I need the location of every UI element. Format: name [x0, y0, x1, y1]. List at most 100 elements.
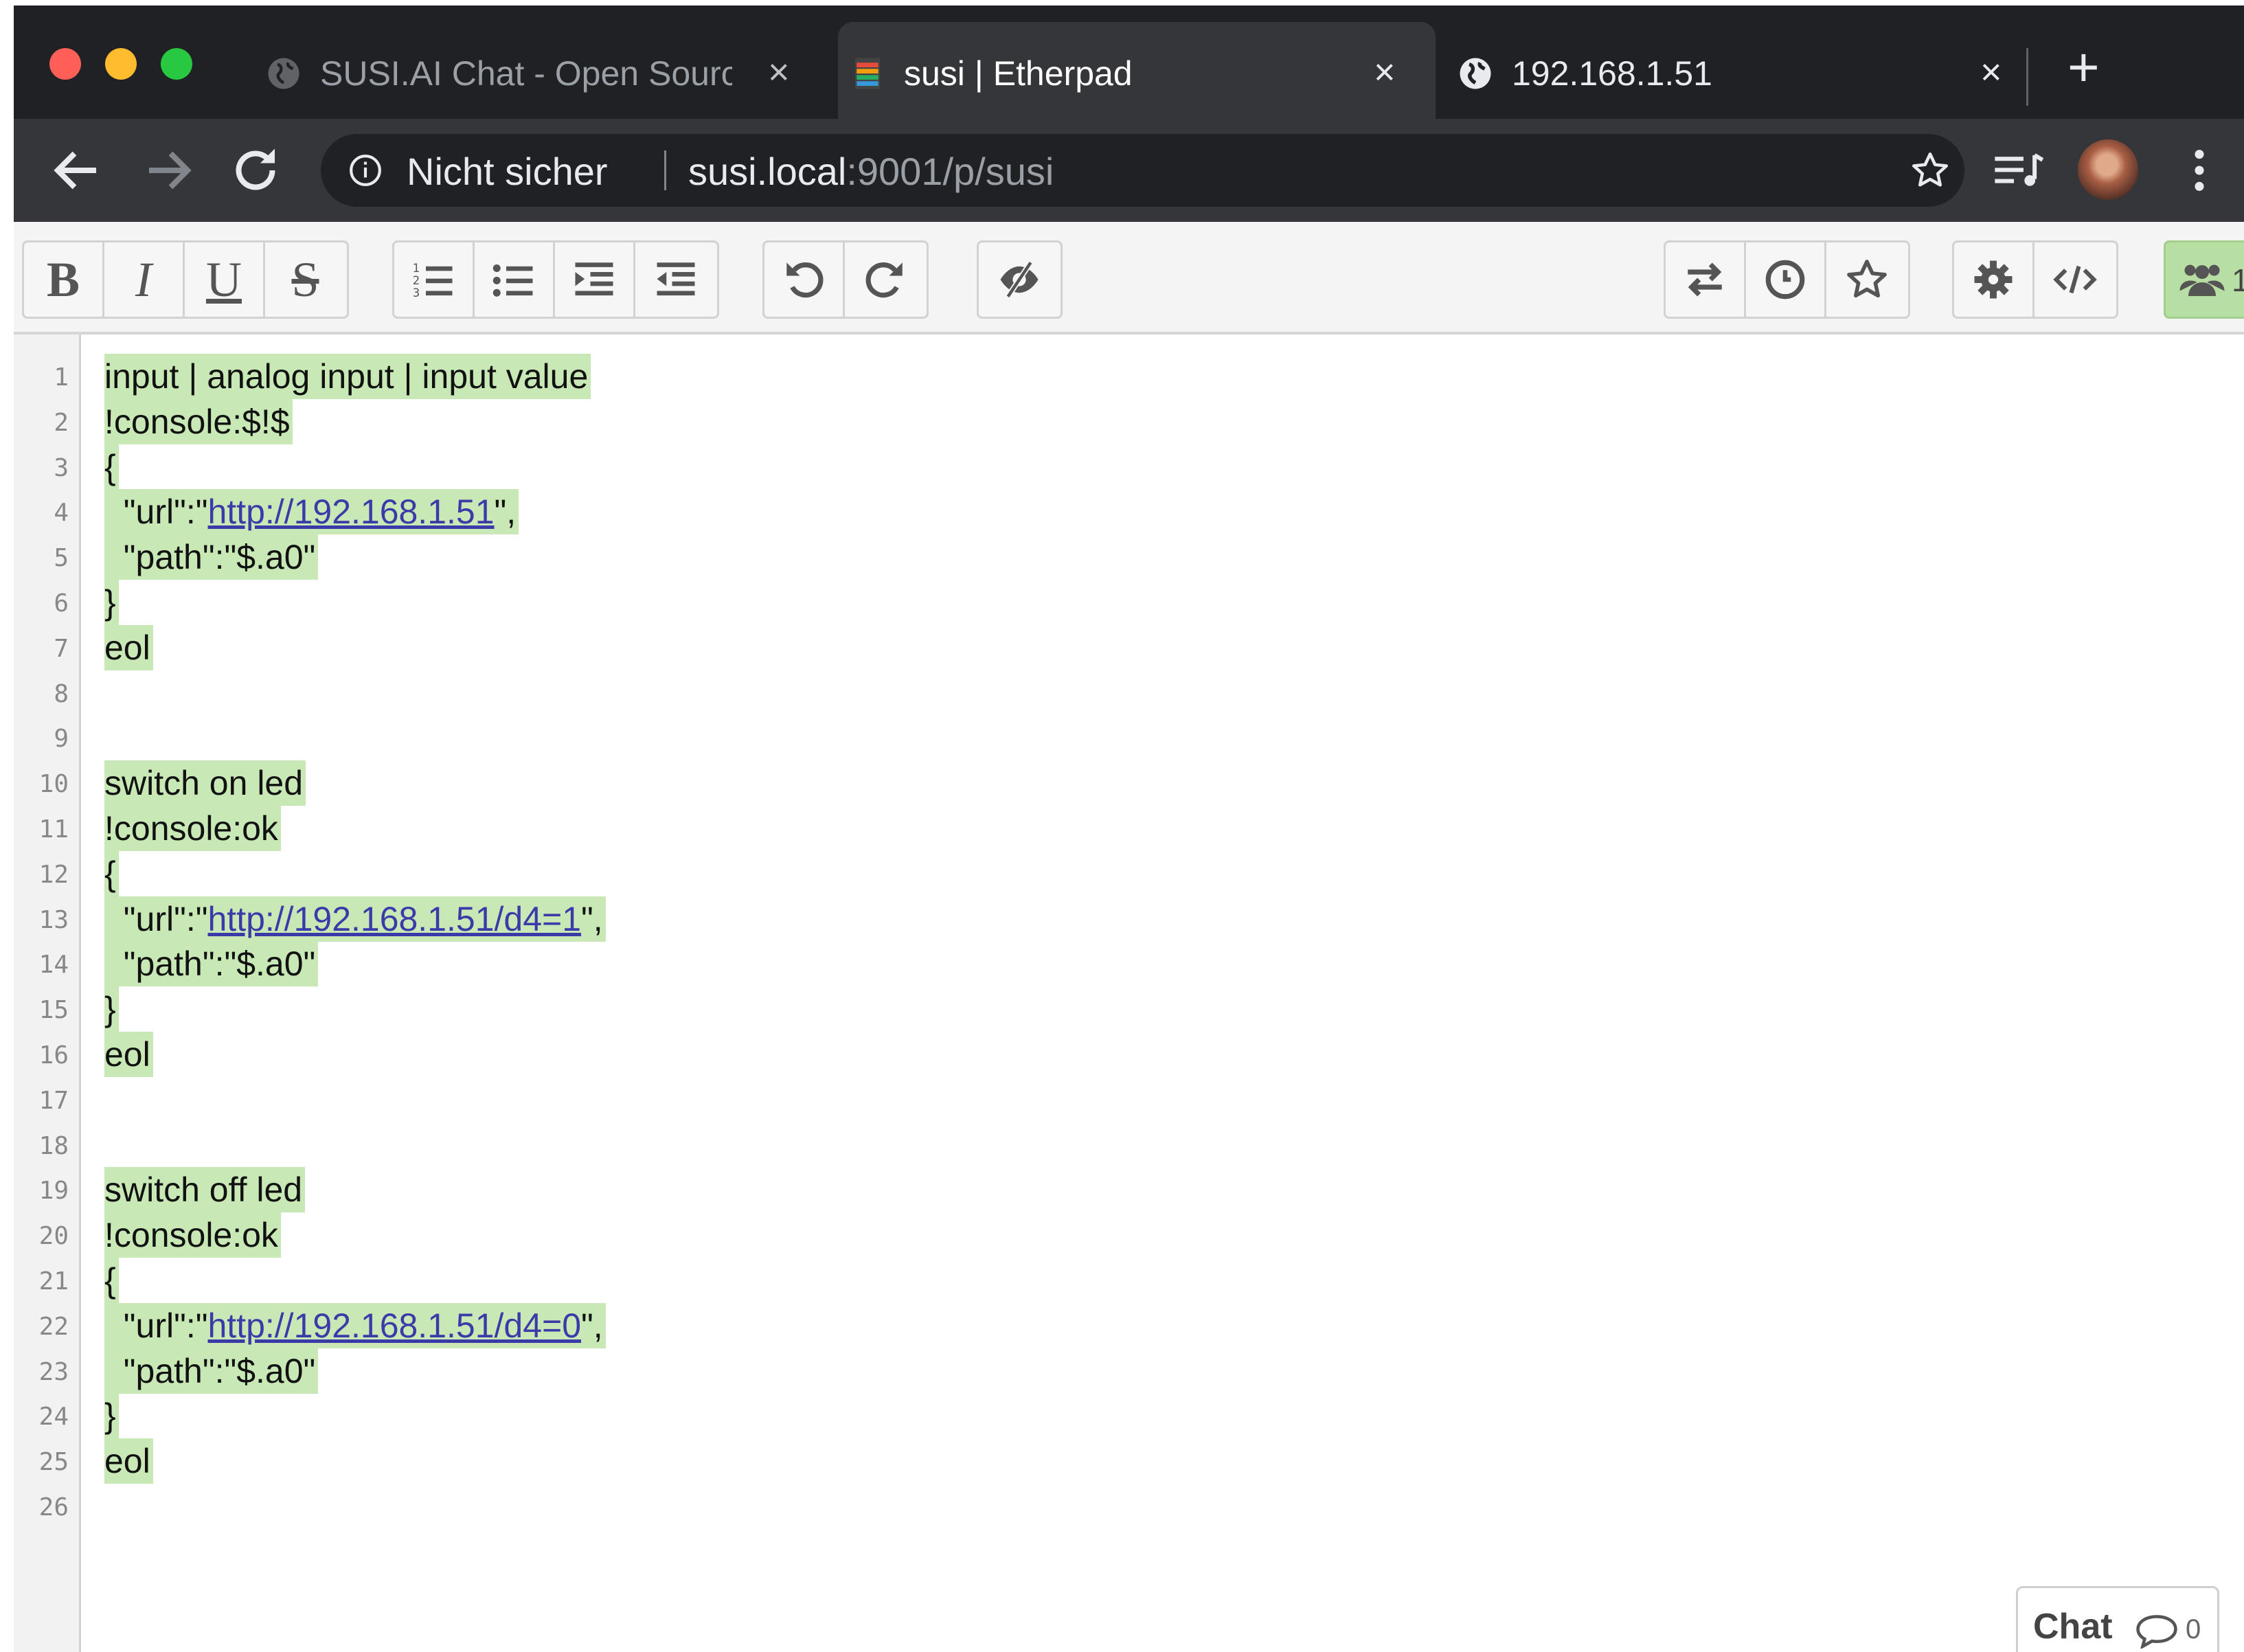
window-close-button[interactable] [49, 48, 81, 80]
screenshot-frame: SUSI.AI Chat - Open Source × susi | Ethe… [0, 0, 2244, 1652]
pad-line[interactable]: 26 [14, 1484, 2244, 1529]
strikethrough-button[interactable]: S [265, 242, 345, 317]
pad-line[interactable]: 15} [14, 986, 2244, 1032]
line-text[interactable]: } [104, 1393, 119, 1439]
ordered-list-button[interactable]: 123 [394, 242, 475, 317]
pad-line[interactable]: 23 "path":"$.a0" [14, 1348, 2244, 1394]
line-text[interactable]: eol [104, 1032, 153, 1077]
line-text[interactable]: "path":"$.a0" [104, 1348, 319, 1394]
pad-line[interactable]: 7 eol [14, 624, 2244, 670]
url-link[interactable]: http://192.168.1.51 [208, 493, 495, 531]
url-path: :9001/p/susi [846, 150, 1054, 193]
line-text[interactable]: !console:ok [104, 806, 281, 851]
line-text[interactable]: { [104, 1258, 119, 1303]
pad-line[interactable]: 6} [14, 580, 2244, 625]
line-text[interactable]: switch on led [104, 760, 306, 806]
profile-avatar[interactable] [2078, 139, 2138, 200]
line-text[interactable]: "url":"http://192.168.1.51/d4=0", [104, 1302, 606, 1348]
pad-line[interactable]: 12 { [14, 850, 2244, 896]
bookmark-star-icon[interactable] [1909, 150, 1951, 191]
italic-button[interactable]: I [104, 242, 185, 317]
line-text[interactable]: eol [104, 624, 153, 670]
globe-icon [1460, 58, 1491, 89]
url-link[interactable]: http://192.168.1.51/d4=1 [208, 900, 582, 938]
line-text[interactable]: { [104, 444, 119, 490]
info-icon[interactable] [348, 153, 383, 188]
pad-line[interactable]: 9 [14, 715, 2244, 760]
line-text[interactable]: "url":"http://192.168.1.51/d4=1", [104, 896, 606, 942]
pad-line[interactable]: 22 "url":"http://192.168.1.51/d4=0", [14, 1302, 2244, 1348]
pad-line[interactable]: 2 !console:$!$ [14, 398, 2244, 444]
line-number: 26 [38, 1493, 69, 1521]
media-control-icon[interactable] [1993, 151, 2044, 191]
line-text[interactable]: !console:ok [104, 1212, 281, 1258]
history-group [762, 240, 929, 319]
outdent-button[interactable] [635, 242, 716, 317]
tab-close-button[interactable]: × [768, 49, 790, 95]
reload-icon[interactable] [227, 142, 284, 199]
pad-editor[interactable]: 1 input | analog input | input value 2 !con… [14, 335, 2244, 1652]
pad-line[interactable]: 24} [14, 1393, 2244, 1439]
save-revision-button[interactable] [1826, 242, 1907, 317]
pad-line[interactable]: 21 { [14, 1258, 2244, 1303]
pad-line[interactable]: 14 "path":"$.a0" [14, 941, 2244, 987]
timeslider-button[interactable] [1746, 242, 1826, 317]
tab-susi-ai-chat[interactable]: SUSI.AI Chat - Open Source × [254, 22, 831, 119]
indent-button[interactable] [555, 242, 635, 317]
forward-icon[interactable] [139, 142, 197, 199]
window-maximize-button[interactable] [161, 48, 192, 80]
embed-button[interactable] [2035, 242, 2115, 317]
pad-line[interactable]: 3{ [14, 444, 2244, 490]
tab-etherpad[interactable]: susi | Etherpad × [838, 22, 1436, 119]
security-status[interactable]: Nicht sicher [407, 149, 608, 194]
line-text[interactable]: "path":"$.a0" [104, 941, 319, 987]
tab-close-button[interactable]: × [1980, 49, 2002, 95]
users-count: 1 [2232, 262, 2244, 298]
pad-line[interactable]: 18 [14, 1122, 2244, 1168]
menu-kebab-icon[interactable] [2195, 148, 2204, 193]
tab-ip-address[interactable]: 192.168.1.51 × [1446, 22, 2023, 119]
unordered-list-button[interactable] [475, 242, 555, 317]
line-text[interactable]: "path":"$.a0" [104, 534, 319, 580]
line-text[interactable]: { [104, 850, 119, 896]
back-icon[interactable] [48, 142, 106, 199]
pad-line[interactable]: 25 eol [14, 1438, 2244, 1484]
line-text[interactable]: input | analog input | input value [104, 354, 591, 399]
address-bar[interactable]: Nicht sicher susi.local:9001/p/susi [321, 134, 1964, 207]
url-text[interactable]: susi.local:9001/p/susi [688, 149, 1054, 194]
pad-line[interactable]: 13 "url":"http://192.168.1.51/d4=1", [14, 896, 2244, 942]
pad-line[interactable]: 10 switch on led [14, 760, 2244, 806]
tab-separator [2026, 48, 2028, 106]
redo-button[interactable] [845, 242, 925, 317]
window-minimize-button[interactable] [105, 48, 137, 80]
pad-line[interactable]: 19 switch off led [14, 1167, 2244, 1213]
pad-line[interactable]: 5 "path":"$.a0" [14, 534, 2244, 580]
line-text[interactable]: } [104, 580, 119, 625]
clear-authorship-button[interactable] [979, 242, 1059, 317]
new-tab-button[interactable]: + [2067, 33, 2100, 102]
tab-close-button[interactable]: × [1374, 49, 1396, 95]
pad-line[interactable]: 8 [14, 670, 2244, 716]
line-text[interactable]: switch off led [104, 1167, 306, 1213]
underline-button[interactable]: U [185, 242, 265, 317]
line-text[interactable]: eol [104, 1438, 153, 1484]
line-text[interactable]: } [104, 986, 119, 1032]
url-link[interactable]: http://192.168.1.51/d4=0 [208, 1306, 582, 1345]
bold-button[interactable]: B [24, 242, 104, 317]
import-export-button[interactable] [1666, 242, 1746, 317]
pad-line[interactable]: 20 !console:ok [14, 1212, 2244, 1258]
settings-button[interactable] [1954, 242, 2035, 317]
pad-line[interactable]: 11 !console:ok [14, 806, 2244, 851]
pad-line[interactable]: 16 eol [14, 1032, 2244, 1077]
etherpad-icon [855, 58, 880, 89]
line-text[interactable]: "url":"http://192.168.1.51", [104, 489, 519, 535]
line-number: 22 [38, 1312, 69, 1341]
chat-button[interactable]: Chat 0 [2016, 1586, 2219, 1652]
users-button[interactable]: 1 [2164, 240, 2244, 319]
ordered-list-icon: 123 [413, 262, 453, 299]
pad-line[interactable]: 1 input | analog input | input value [14, 354, 2244, 399]
line-text[interactable]: !console:$!$ [104, 398, 293, 444]
pad-line[interactable]: 17 [14, 1077, 2244, 1122]
pad-line[interactable]: 4 "url":"http://192.168.1.51", [14, 489, 2244, 535]
undo-button[interactable] [764, 242, 845, 317]
